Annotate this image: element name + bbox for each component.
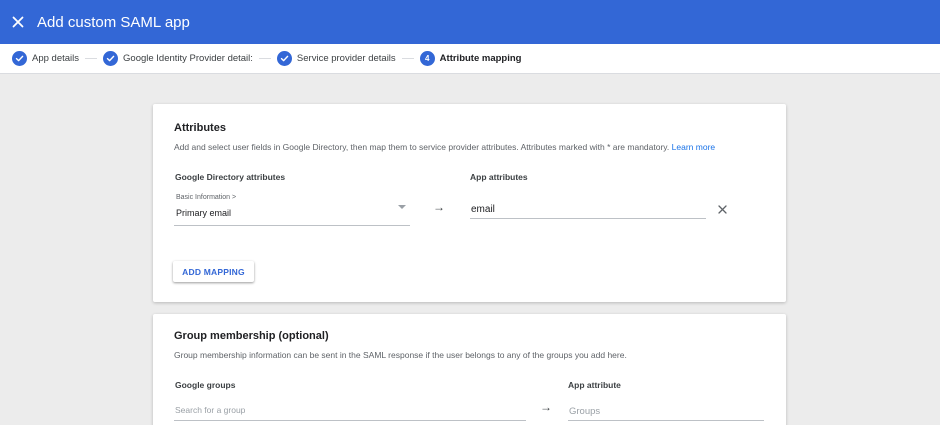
step-label: Service provider details — [296, 53, 396, 64]
dropdown-category: Basic Information > — [176, 194, 237, 201]
stepper: App details Google Identity Provider det… — [0, 44, 940, 74]
group-membership-title: Group membership (optional) — [174, 330, 329, 342]
close-icon — [12, 16, 24, 28]
close-icon — [717, 204, 727, 214]
directory-attributes-header: Google Directory attributes — [175, 172, 286, 182]
dropdown-value: Primary email — [176, 208, 232, 218]
close-button[interactable] — [3, 7, 33, 37]
step-app-details[interactable]: App details — [12, 51, 79, 66]
step-label: App details — [32, 53, 80, 64]
check-icon — [276, 51, 292, 66]
add-mapping-button[interactable]: ADD MAPPING — [173, 261, 254, 282]
step-connector — [85, 58, 98, 59]
step-service-provider-details[interactable]: Service provider details — [276, 51, 396, 66]
app-attributes-header: App attributes — [470, 172, 528, 182]
arrow-right-icon: → — [433, 200, 445, 214]
page-title: Add custom SAML app — [37, 13, 190, 31]
step-connector — [258, 58, 271, 59]
attributes-card: Attributes Add and select user fields in… — [153, 104, 786, 302]
group-app-attribute-input[interactable] — [568, 404, 764, 421]
app-bar: Add custom SAML app — [0, 0, 940, 44]
learn-more-link[interactable]: Learn more — [672, 142, 715, 152]
app-attribute-header: App attribute — [568, 380, 621, 390]
step-connector — [401, 58, 414, 59]
remove-mapping-button[interactable] — [715, 202, 729, 216]
attributes-description: Add and select user fields in Google Dir… — [174, 142, 716, 152]
arrow-right-icon: → — [540, 400, 552, 414]
group-membership-description: Group membership information can be sent… — [174, 350, 627, 360]
step-label: Attribute mapping — [439, 53, 522, 64]
check-icon — [103, 51, 119, 66]
check-icon — [12, 51, 27, 66]
chevron-down-icon — [398, 205, 406, 209]
step-attribute-mapping[interactable]: 4 Attribute mapping — [419, 51, 522, 66]
group-search-input[interactable] — [174, 401, 526, 421]
directory-attribute-dropdown[interactable]: Basic Information > Primary email — [174, 192, 410, 226]
attributes-title: Attributes — [174, 122, 226, 134]
group-membership-card: Group membership (optional) Group member… — [153, 314, 786, 425]
step-number-badge: 4 — [419, 51, 435, 66]
step-label: Google Identity Provider detail: — [123, 53, 253, 64]
step-idp-details[interactable]: Google Identity Provider detail: — [103, 51, 253, 66]
app-attribute-input[interactable] — [470, 202, 706, 219]
google-groups-header: Google groups — [175, 380, 236, 390]
